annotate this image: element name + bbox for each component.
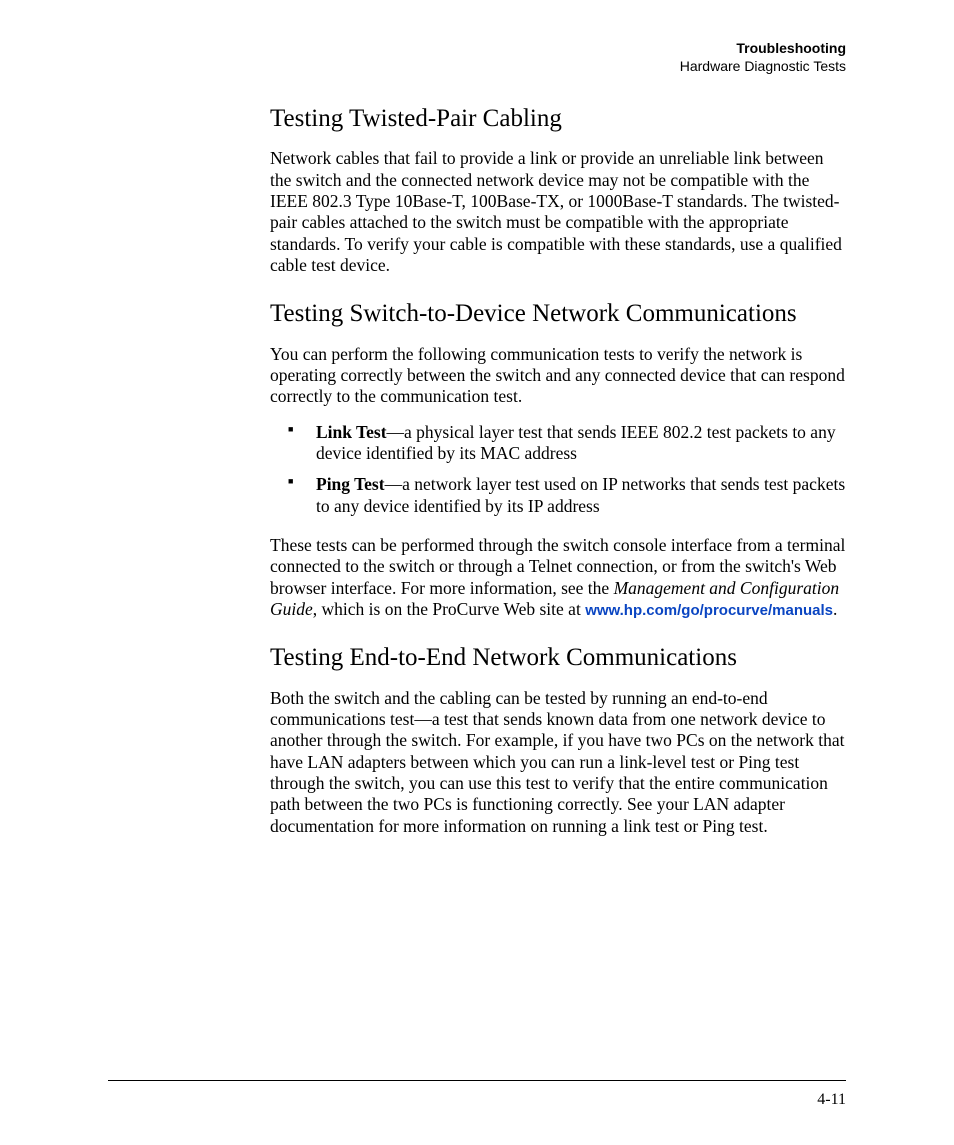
after-text-post: . bbox=[833, 599, 837, 619]
paragraph-end-to-end: Both the switch and the cabling can be t… bbox=[270, 688, 846, 837]
paragraph-switch-after: These tests can be performed through the… bbox=[270, 535, 846, 620]
bullet-term: Link Test bbox=[316, 422, 387, 442]
list-item: Link Test—a physical layer test that sen… bbox=[298, 422, 846, 465]
page: Troubleshooting Hardware Diagnostic Test… bbox=[0, 0, 954, 1145]
paragraph-switch-intro: You can perform the following communicat… bbox=[270, 344, 846, 408]
bullet-term: Ping Test bbox=[316, 474, 385, 494]
list-item: Ping Test—a network layer test used on I… bbox=[298, 474, 846, 517]
heading-switch-to-device: Testing Switch-to-Device Network Communi… bbox=[270, 298, 846, 329]
header-section: Hardware Diagnostic Tests bbox=[270, 58, 846, 76]
after-text-mid: , which is on the ProCurve Web site at bbox=[313, 599, 585, 619]
manual-link[interactable]: www.hp.com/go/procurve/manuals bbox=[585, 602, 833, 619]
paragraph-twisted-pair: Network cables that fail to provide a li… bbox=[270, 148, 846, 276]
footer-rule bbox=[108, 1080, 846, 1081]
header-chapter: Troubleshooting bbox=[270, 40, 846, 58]
heading-end-to-end: Testing End-to-End Network Communication… bbox=[270, 642, 846, 673]
bullet-def: —a physical layer test that sends IEEE 8… bbox=[316, 422, 836, 463]
page-number: 4-11 bbox=[817, 1091, 846, 1109]
test-list: Link Test—a physical layer test that sen… bbox=[270, 422, 846, 517]
running-header: Troubleshooting Hardware Diagnostic Test… bbox=[270, 40, 846, 75]
bullet-def: —a network layer test used on IP network… bbox=[316, 474, 845, 515]
heading-twisted-pair: Testing Twisted-Pair Cabling bbox=[270, 103, 846, 134]
